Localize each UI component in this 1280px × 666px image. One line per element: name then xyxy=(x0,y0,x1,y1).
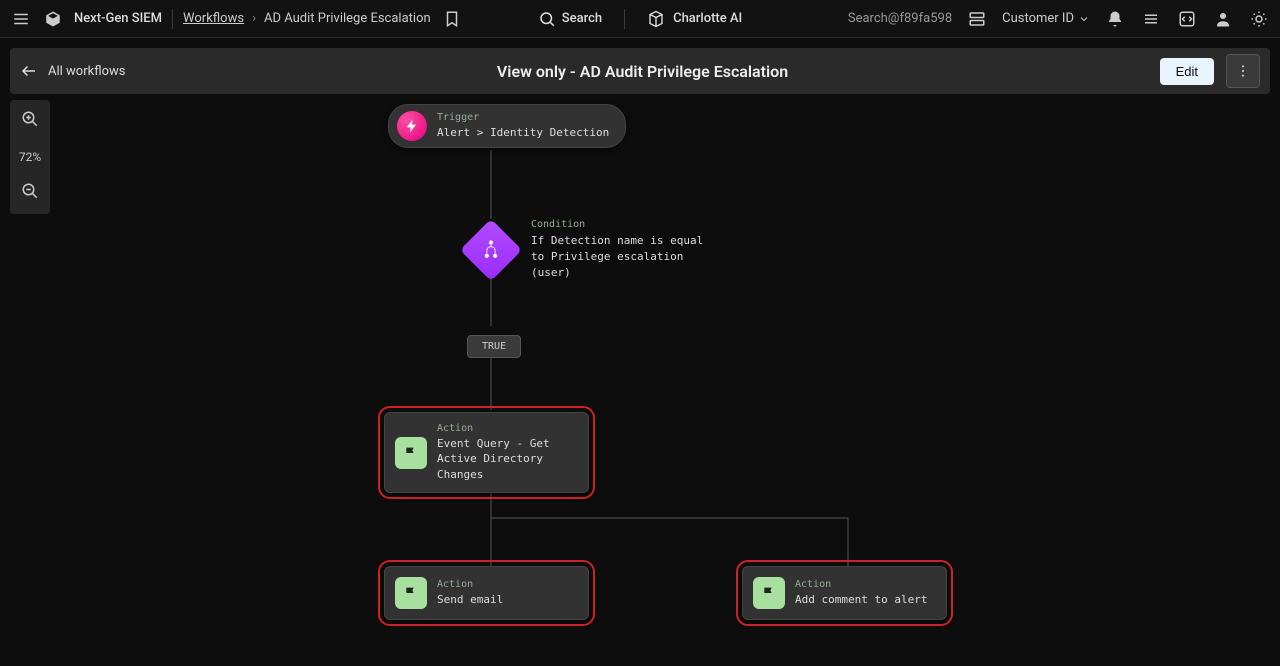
chevron-right-icon: › xyxy=(252,11,256,26)
flag-icon xyxy=(395,577,427,609)
edit-button[interactable]: Edit xyxy=(1160,58,1214,85)
separator xyxy=(172,9,173,29)
flag-icon xyxy=(753,577,785,609)
bolt-icon xyxy=(397,111,427,141)
user-icon[interactable] xyxy=(1212,8,1234,30)
theme-toggle-icon[interactable] xyxy=(1248,8,1270,30)
search-label: Search xyxy=(562,11,602,26)
branch-icon xyxy=(460,219,522,281)
bell-icon[interactable] xyxy=(1104,8,1126,30)
flag-icon xyxy=(395,437,427,469)
node-desc: Send email xyxy=(437,592,503,607)
breadcrumb: Workflows › AD Audit Privilege Escalatio… xyxy=(183,10,461,28)
bookmark-icon[interactable] xyxy=(443,10,461,28)
node-condition[interactable]: Condition If Detection name is equal to … xyxy=(469,219,711,281)
chevron-down-icon xyxy=(1078,13,1090,25)
customer-id-dropdown[interactable]: Customer ID xyxy=(1002,11,1090,26)
node-desc: Event Query - Get Active Directory Chang… xyxy=(437,436,574,482)
node-action-add-comment[interactable]: Action Add comment to alert xyxy=(742,566,947,620)
product-name: Next-Gen SIEM xyxy=(74,11,162,26)
back-label: All workflows xyxy=(48,64,125,79)
charlotte-label: Charlotte AI xyxy=(673,11,742,26)
workflow-toolbar: All workflows View only - AD Audit Privi… xyxy=(10,48,1270,94)
node-trigger[interactable]: Trigger Alert > Identity Detection xyxy=(388,104,626,148)
workflow-canvas-wrap: 72% Trigger Alert > Identity Detection xyxy=(0,94,1280,666)
breadcrumb-current: AD Audit Privilege Escalation xyxy=(264,11,431,26)
workflow-canvas[interactable]: Trigger Alert > Identity Detection Condi… xyxy=(0,94,1280,666)
separator xyxy=(624,9,625,29)
top-nav: Next-Gen SIEM Workflows › AD Audit Privi… xyxy=(0,0,1280,38)
product-logo-icon[interactable] xyxy=(42,8,64,30)
code-icon[interactable] xyxy=(1176,8,1198,30)
stack-icon[interactable] xyxy=(1140,8,1162,30)
node-desc: Alert > Identity Detection xyxy=(437,125,609,140)
search-icon xyxy=(538,10,556,28)
ai-cube-icon xyxy=(647,10,665,28)
server-icon[interactable] xyxy=(966,8,988,30)
node-desc: If Detection name is equal to Privilege … xyxy=(531,233,711,281)
customer-id-label: Customer ID xyxy=(1002,11,1074,26)
back-all-workflows[interactable]: All workflows xyxy=(20,62,125,80)
account-text: Search@f89fa598 xyxy=(848,11,952,26)
node-kind-label: Trigger xyxy=(437,112,609,123)
node-kind-label: Action xyxy=(437,423,574,434)
page-title: View only - AD Audit Privilege Escalatio… xyxy=(137,62,1147,81)
global-search[interactable]: Search xyxy=(538,10,602,28)
branch-true-chip[interactable]: TRUE xyxy=(467,335,521,358)
node-desc: Add comment to alert xyxy=(795,592,927,607)
workflow-edges xyxy=(0,94,1280,666)
node-kind-label: Action xyxy=(795,579,927,590)
node-action-send-email[interactable]: Action Send email xyxy=(384,566,589,620)
node-kind-label: Condition xyxy=(531,219,711,230)
hamburger-icon[interactable] xyxy=(10,8,32,30)
more-actions-button[interactable] xyxy=(1226,54,1260,88)
node-kind-label: Action xyxy=(437,579,503,590)
node-action-event-query[interactable]: Action Event Query - Get Active Director… xyxy=(384,412,589,493)
charlotte-ai[interactable]: Charlotte AI xyxy=(647,10,742,28)
breadcrumb-workflows-link[interactable]: Workflows xyxy=(183,11,244,26)
arrow-left-icon xyxy=(20,62,38,80)
